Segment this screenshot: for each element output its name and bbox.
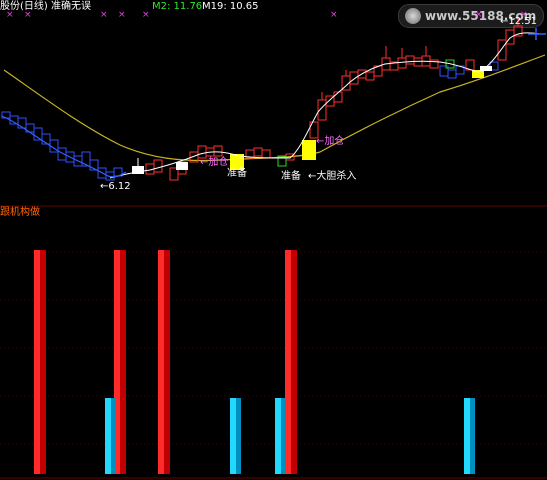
signal-candles <box>132 66 492 174</box>
ma-short-line <box>109 32 541 179</box>
annotation-jiacang-2: ←加仓 <box>316 136 345 147</box>
annotation-dadan: ←大胆杀入 <box>308 171 357 182</box>
svg-text:×: × <box>100 10 108 20</box>
svg-text:×: × <box>118 10 126 20</box>
top-markers: × × × × × × × × <box>6 10 528 20</box>
ma-blue-line <box>1 115 127 178</box>
white-candle-2 <box>176 162 188 170</box>
svg-text:×: × <box>6 10 14 20</box>
svg-text:×: × <box>142 10 150 20</box>
yellow-candle-2 <box>302 140 316 160</box>
indicator-title: 跟机构做 <box>0 207 40 218</box>
indicator-red-bars <box>34 250 297 474</box>
red-wicks <box>321 18 519 100</box>
annotation-zhunbei-1: 准备 <box>227 168 247 179</box>
svg-text:×: × <box>475 10 483 20</box>
blue-candles <box>1 61 499 181</box>
price-high-label: ←12.51 <box>500 16 538 27</box>
svg-text:×: × <box>330 10 338 20</box>
chart-canvas: × × × × × × × × <box>0 10 547 479</box>
annotation-zhunbei-2: 准备 <box>281 171 301 182</box>
price-low-label: ←6.12 <box>100 181 131 192</box>
annotation-jiacang-1: ←加仓 <box>200 157 229 168</box>
svg-text:×: × <box>24 10 32 20</box>
